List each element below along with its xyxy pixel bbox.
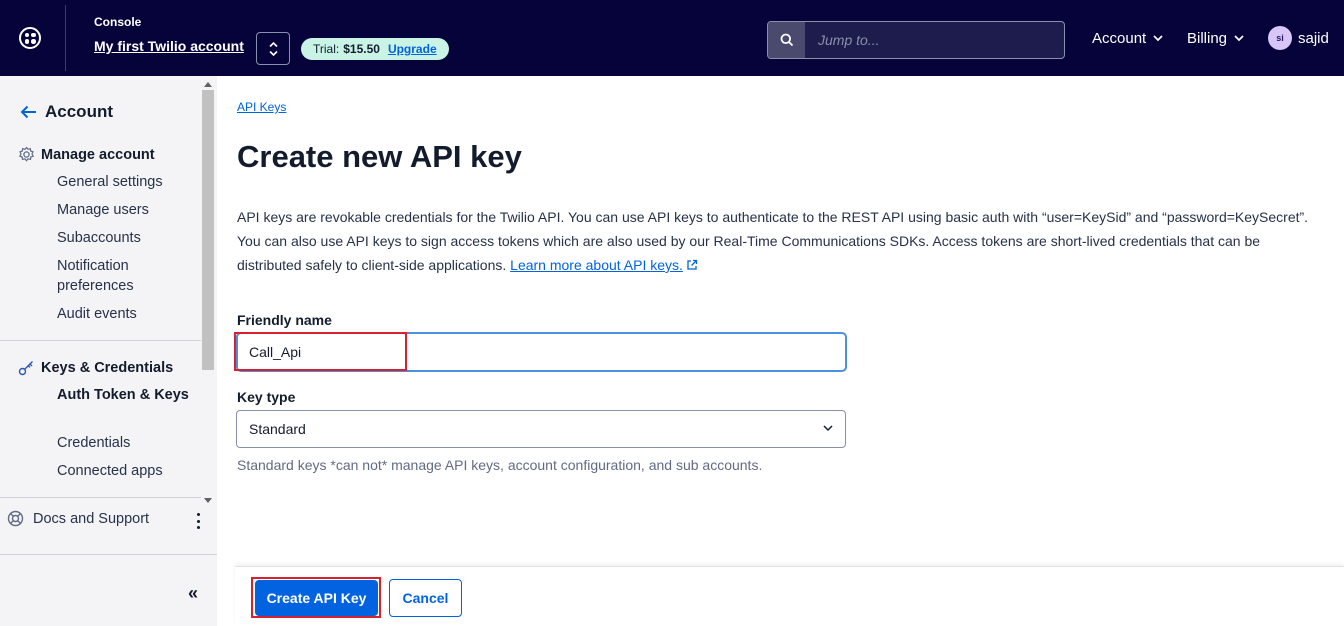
chevron-down-icon — [1153, 35, 1163, 42]
sidebar-item-audit-events[interactable]: Audit events — [57, 304, 197, 324]
header-divider — [65, 5, 66, 71]
collapse-sidebar-icon[interactable]: « — [188, 583, 198, 604]
key-type-help-text: Standard keys *can not* manage API keys,… — [237, 457, 763, 473]
sidebar-section-keys-credentials[interactable]: Keys & Credentials — [18, 359, 173, 376]
friendly-name-input[interactable] — [236, 332, 847, 372]
console-label: Console — [94, 15, 142, 29]
docs-and-support-link[interactable]: Docs and Support — [7, 510, 149, 527]
trial-amount: $15.50 — [343, 42, 380, 56]
trial-balance-badge: Trial: $15.50 Upgrade — [301, 38, 449, 60]
account-switcher-button[interactable] — [256, 32, 290, 65]
cancel-button[interactable]: Cancel — [389, 579, 462, 617]
account-menu-label: Account — [1092, 30, 1147, 47]
sidebar-section-title: Manage account — [41, 146, 155, 163]
lifebuoy-icon — [7, 510, 24, 527]
sidebar-divider — [0, 554, 217, 555]
account-name-link[interactable]: My first Twilio account — [94, 38, 244, 54]
key-type-value: Standard — [249, 421, 306, 437]
page-title: Create new API key — [237, 139, 522, 174]
page-description: API keys are revokable credentials for t… — [237, 205, 1317, 277]
breadcrumb-api-keys[interactable]: API Keys — [237, 100, 286, 114]
sidebar-divider — [0, 497, 201, 498]
sidebar-item-connected-apps[interactable]: Connected apps — [57, 461, 197, 481]
user-name: sajid — [1298, 29, 1329, 47]
friendly-name-label: Friendly name — [237, 312, 332, 328]
learn-more-label: Learn more about API keys. — [510, 257, 683, 273]
external-link-icon — [687, 259, 698, 270]
upgrade-link[interactable]: Upgrade — [388, 42, 437, 56]
description-text: API keys are revokable credentials for t… — [237, 209, 1309, 273]
sidebar-scrollbar[interactable] — [202, 90, 214, 370]
sidebar-divider — [0, 340, 201, 341]
key-type-select[interactable]: Standard — [236, 410, 846, 448]
chevron-down-icon — [823, 425, 833, 432]
account-menu[interactable]: Account — [1092, 30, 1163, 47]
sidebar-back-label: Account — [45, 102, 113, 121]
sidebar-item-notification-preferences[interactable]: Notification preferences — [57, 256, 197, 296]
create-api-key-button[interactable]: Create API Key — [255, 580, 378, 616]
sidebar-item-subaccounts[interactable]: Subaccounts — [57, 228, 197, 248]
learn-more-link[interactable]: Learn more about API keys. — [510, 257, 698, 273]
sidebar-item-credentials[interactable]: Credentials — [57, 433, 197, 453]
sidebar-item-general-settings[interactable]: General settings — [57, 172, 197, 192]
sidebar-item-auth-token-keys[interactable]: Auth Token & Keys — [57, 385, 197, 405]
sidebar-item-manage-users[interactable]: Manage users — [57, 200, 197, 220]
sidebar: Account Manage account General settings … — [0, 76, 217, 626]
search-icon — [780, 33, 794, 47]
scrollbar-down-arrow[interactable] — [204, 498, 212, 503]
search-button[interactable] — [768, 22, 805, 58]
chevron-up-down-icon — [269, 41, 278, 57]
trial-prefix: Trial: — [313, 42, 340, 56]
sidebar-back-account[interactable]: Account — [20, 102, 113, 122]
arrow-left-icon — [20, 105, 36, 119]
gear-icon — [18, 146, 35, 162]
user-menu[interactable]: si sajid — [1268, 26, 1329, 50]
chevron-down-icon — [1234, 35, 1244, 42]
billing-menu-label: Billing — [1187, 30, 1228, 47]
search-input[interactable] — [806, 22, 1064, 58]
billing-menu[interactable]: Billing — [1187, 30, 1244, 47]
docs-and-support-label: Docs and Support — [33, 510, 150, 527]
search-box — [767, 21, 1065, 59]
sidebar-section-title: Keys & Credentials — [41, 359, 174, 376]
scrollbar-up-arrow[interactable] — [204, 82, 212, 87]
key-type-label: Key type — [237, 389, 296, 405]
avatar: si — [1268, 26, 1292, 50]
sidebar-section-manage-account[interactable]: Manage account — [18, 146, 155, 163]
more-options-icon[interactable] — [197, 513, 201, 533]
main-content: API Keys Create new API key API keys are… — [217, 76, 1344, 626]
key-icon — [18, 361, 33, 376]
form-actions-bar: Create API Key Cancel — [235, 566, 1344, 626]
top-navigation-bar: Console My first Twilio account Trial: $… — [0, 0, 1344, 76]
twilio-logo-icon[interactable] — [19, 27, 41, 49]
sidebar-scroll-area: Account Manage account General settings … — [0, 76, 217, 496]
